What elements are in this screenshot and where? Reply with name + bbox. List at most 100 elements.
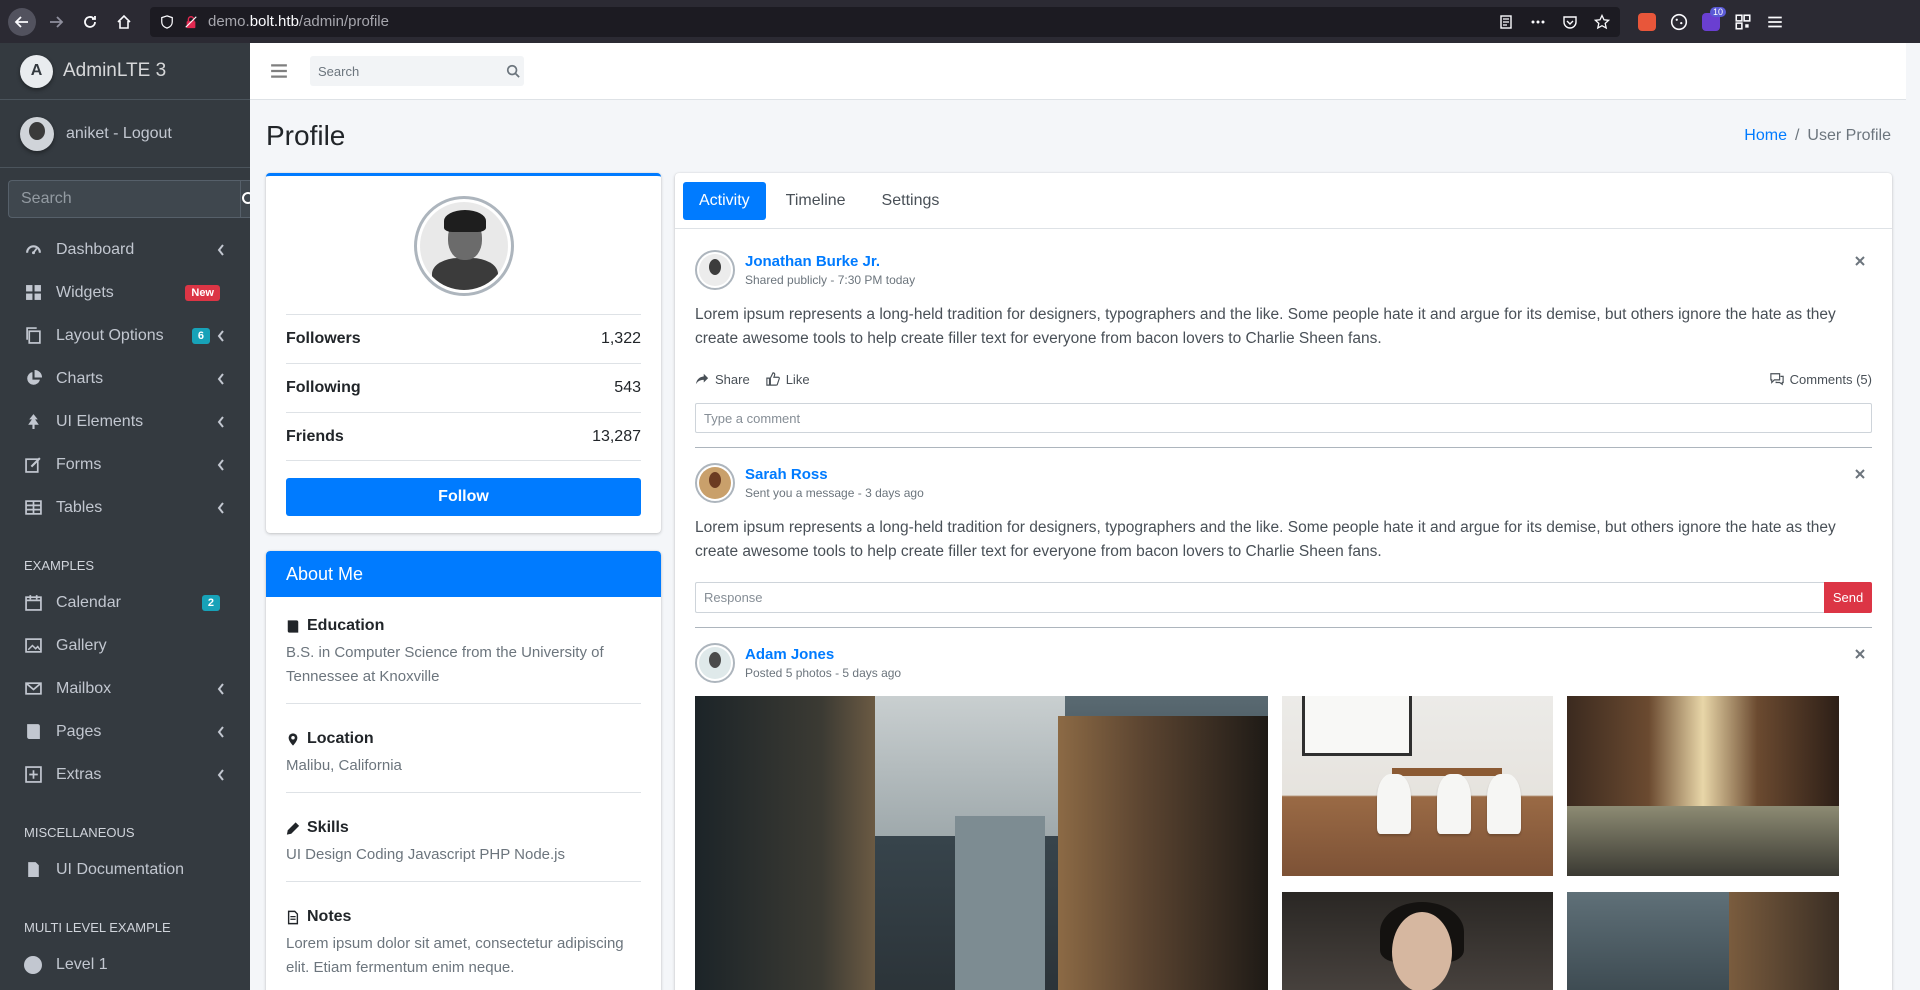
post-username[interactable]: Adam Jones <box>745 646 901 663</box>
sidebar-item-label: Layout Options <box>56 326 164 344</box>
send-button[interactable]: Send <box>1824 582 1872 613</box>
tab-timeline[interactable]: Timeline <box>770 182 862 220</box>
post-username[interactable]: Jonathan Burke Jr. <box>745 253 915 270</box>
chevron-left-icon <box>217 329 224 342</box>
widgets-icon <box>24 284 42 302</box>
tab-settings[interactable]: Settings <box>866 182 956 220</box>
share-link[interactable]: Share <box>695 372 750 387</box>
sidebar-item-label: Mailbox <box>56 679 112 697</box>
tab-activity[interactable]: Activity <box>683 181 766 220</box>
sidebar-search-input[interactable] <box>8 180 240 218</box>
close-icon[interactable] <box>1854 648 1866 660</box>
page-title: Profile <box>266 120 346 151</box>
thumbs-up-icon <box>766 372 780 386</box>
close-icon[interactable] <box>1854 255 1866 267</box>
count-badge: 6 <box>191 327 210 344</box>
stat-row-following: Following 543 <box>286 363 641 412</box>
comments-icon <box>1769 373 1784 386</box>
breadcrumb: Home / User Profile <box>1744 127 1891 145</box>
about-section-title: Location <box>307 730 374 747</box>
photo-portrait[interactable] <box>1282 892 1553 990</box>
sidebar-item-widgets[interactable]: Widgets New <box>0 271 250 314</box>
file-text-icon <box>287 910 299 924</box>
more-actions-icon[interactable] <box>1530 14 1546 30</box>
brand-link[interactable]: A AdminLTE 3 <box>0 43 250 100</box>
response-input[interactable] <box>695 582 1824 613</box>
chevron-left-icon <box>217 415 224 428</box>
sidebar-item-label: Pages <box>56 722 102 740</box>
url-prefix: demo. <box>208 13 250 30</box>
sidebar-item-label: Tables <box>56 498 103 516</box>
back-button[interactable] <box>8 7 36 36</box>
post-text: Lorem ipsum represents a long-held tradi… <box>695 519 1836 560</box>
sidebar-item-label: Gallery <box>56 636 107 654</box>
cookie-icon[interactable] <box>1670 13 1688 31</box>
reader-view-icon[interactable] <box>1498 14 1514 30</box>
sidebar-item-dashboard[interactable]: Dashboard <box>0 228 250 271</box>
about-card-title: About Me <box>266 551 661 597</box>
close-icon[interactable] <box>1854 468 1866 480</box>
photo-dining-room[interactable] <box>1282 696 1553 876</box>
home-button[interactable] <box>110 8 138 36</box>
content-header: Profile Home / User Profile <box>250 100 1906 172</box>
sidebar-item-extras[interactable]: Extras <box>0 753 250 796</box>
navbar-search-button[interactable] <box>502 56 524 86</box>
about-card: About Me Education B.S. in Computer Scie… <box>266 551 661 990</box>
plus-square-icon <box>24 766 42 784</box>
sidebar-nav: Dashboard Widgets New Layout Options 6 C… <box>0 228 250 986</box>
sidebar-item-gallery[interactable]: Gallery <box>0 624 250 667</box>
profile-card: Followers 1,322 Following 543 Friends 13… <box>266 173 661 533</box>
about-section-title: Education <box>307 617 385 634</box>
hamburger-menu-icon[interactable] <box>1766 13 1784 31</box>
post-meta: Sent you a message - 3 days ago <box>745 486 924 500</box>
photo-canal[interactable] <box>1567 696 1839 876</box>
sidebar-toggle-icon[interactable] <box>270 62 288 80</box>
comments-label: Comments (5) <box>1789 371 1872 387</box>
post-username[interactable]: Sarah Ross <box>745 466 924 483</box>
chevron-left-icon <box>217 372 224 385</box>
comments-link[interactable]: Comments (5) <box>1769 371 1872 387</box>
extension-badge-wrapper[interactable]: 10 <box>1702 6 1726 31</box>
stat-value: 543 <box>614 379 641 396</box>
post-text: Lorem ipsum represents a long-held tradi… <box>695 306 1836 347</box>
url-bar[interactable]: demo. bolt.htb/admin/profile <box>150 6 1620 37</box>
stat-row-followers: Followers 1,322 <box>286 314 641 363</box>
comment-input[interactable] <box>695 403 1872 433</box>
user-logout-link[interactable]: aniket - Logout <box>66 125 172 143</box>
like-link[interactable]: Like <box>766 372 810 387</box>
stat-label: Following <box>286 379 361 396</box>
sidebar-item-charts[interactable]: Charts <box>0 357 250 400</box>
post-meta: Posted 5 photos - 5 days ago <box>745 666 902 680</box>
extension-fox-icon[interactable] <box>1638 12 1656 31</box>
forward-button[interactable] <box>42 8 70 36</box>
sidebar-item-ui-elements[interactable]: UI Elements <box>0 400 250 443</box>
sidebar-item-mailbox[interactable]: Mailbox <box>0 667 250 710</box>
nav-header-multi-level: MULTI LEVEL EXAMPLE <box>24 920 171 935</box>
photo-street[interactable] <box>695 696 1268 990</box>
sidebar-item-layout-options[interactable]: Layout Options 6 <box>0 314 250 357</box>
sidebar-item-tables[interactable]: Tables <box>0 486 250 529</box>
file-icon <box>24 861 42 879</box>
sidebar-item-pages[interactable]: Pages <box>0 710 250 753</box>
pocket-icon[interactable] <box>1562 14 1578 30</box>
chevron-left-icon <box>217 725 224 738</box>
count-badge: 2 <box>201 594 220 611</box>
sidebar-item-ui-documentation[interactable]: UI Documentation <box>0 848 250 891</box>
reload-icon <box>84 15 96 28</box>
follow-button[interactable]: Follow <box>286 478 641 516</box>
breadcrumb-home[interactable]: Home <box>1744 127 1787 145</box>
navbar-search-input[interactable] <box>310 56 502 86</box>
bookmark-star-icon[interactable] <box>1594 13 1610 30</box>
reload-button[interactable] <box>76 8 104 36</box>
photo-street-2[interactable] <box>1567 892 1839 990</box>
book-icon <box>24 723 42 741</box>
sidebar-search-button[interactable] <box>240 180 250 218</box>
sidebar-item-level-1[interactable]: Level 1 <box>0 943 250 986</box>
qr-icon[interactable] <box>1734 13 1752 31</box>
home-icon <box>117 14 131 29</box>
pie-chart-icon <box>24 370 42 388</box>
sidebar-item-calendar[interactable]: Calendar 2 <box>0 581 250 624</box>
about-location: Location Malibu, California <box>286 730 641 793</box>
user-panel[interactable]: aniket - Logout <box>0 100 250 168</box>
sidebar-item-forms[interactable]: Forms <box>0 443 250 486</box>
